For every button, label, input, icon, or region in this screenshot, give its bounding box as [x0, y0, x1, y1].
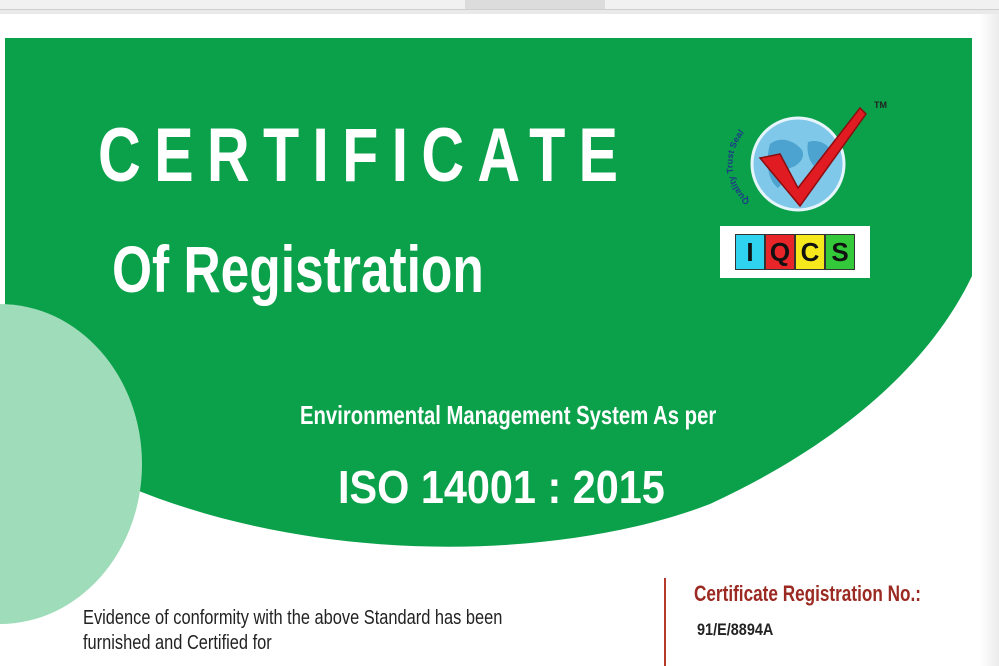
- iqcs-letter-i: I: [735, 234, 765, 270]
- iqcs-logo: Quality Trust Seal TM IQCS: [720, 96, 895, 282]
- iqcs-letter-s: S: [825, 234, 855, 270]
- certificate-page: Quality Trust Seal TM IQCS CERTIFICATE O…: [0, 14, 999, 666]
- standard-intro: Environmental Management System As per: [300, 400, 717, 430]
- viewer-toolbar: [0, 0, 999, 10]
- iso-standard: ISO 14001 : 2015: [338, 461, 665, 513]
- registration-label: Certificate Registration No.:: [694, 581, 921, 606]
- svg-text:Quality Trust Seal: Quality Trust Seal: [725, 128, 752, 207]
- evidence-line-1: Evidence of conformity with the above St…: [83, 607, 503, 629]
- divider-line: [664, 578, 666, 666]
- iqcs-letter-q: Q: [765, 234, 795, 270]
- evidence-line-2: furnished and Certified for: [83, 632, 272, 654]
- certificate-subtitle: Of Registration: [112, 232, 484, 306]
- viewer-tab[interactable]: [465, 0, 605, 9]
- page-edge-shadow: [979, 14, 999, 666]
- iqcs-letter-c: C: [795, 234, 825, 270]
- registration-number: 91/E/8894A: [697, 620, 774, 639]
- evidence-text: Evidence of conformity with the above St…: [83, 606, 542, 656]
- certificate-title: CERTIFICATE: [98, 113, 632, 198]
- seal-text: Quality Trust Seal: [725, 128, 752, 207]
- trademark-mark: TM: [874, 100, 887, 110]
- iqcs-wordmark: IQCS: [720, 226, 870, 278]
